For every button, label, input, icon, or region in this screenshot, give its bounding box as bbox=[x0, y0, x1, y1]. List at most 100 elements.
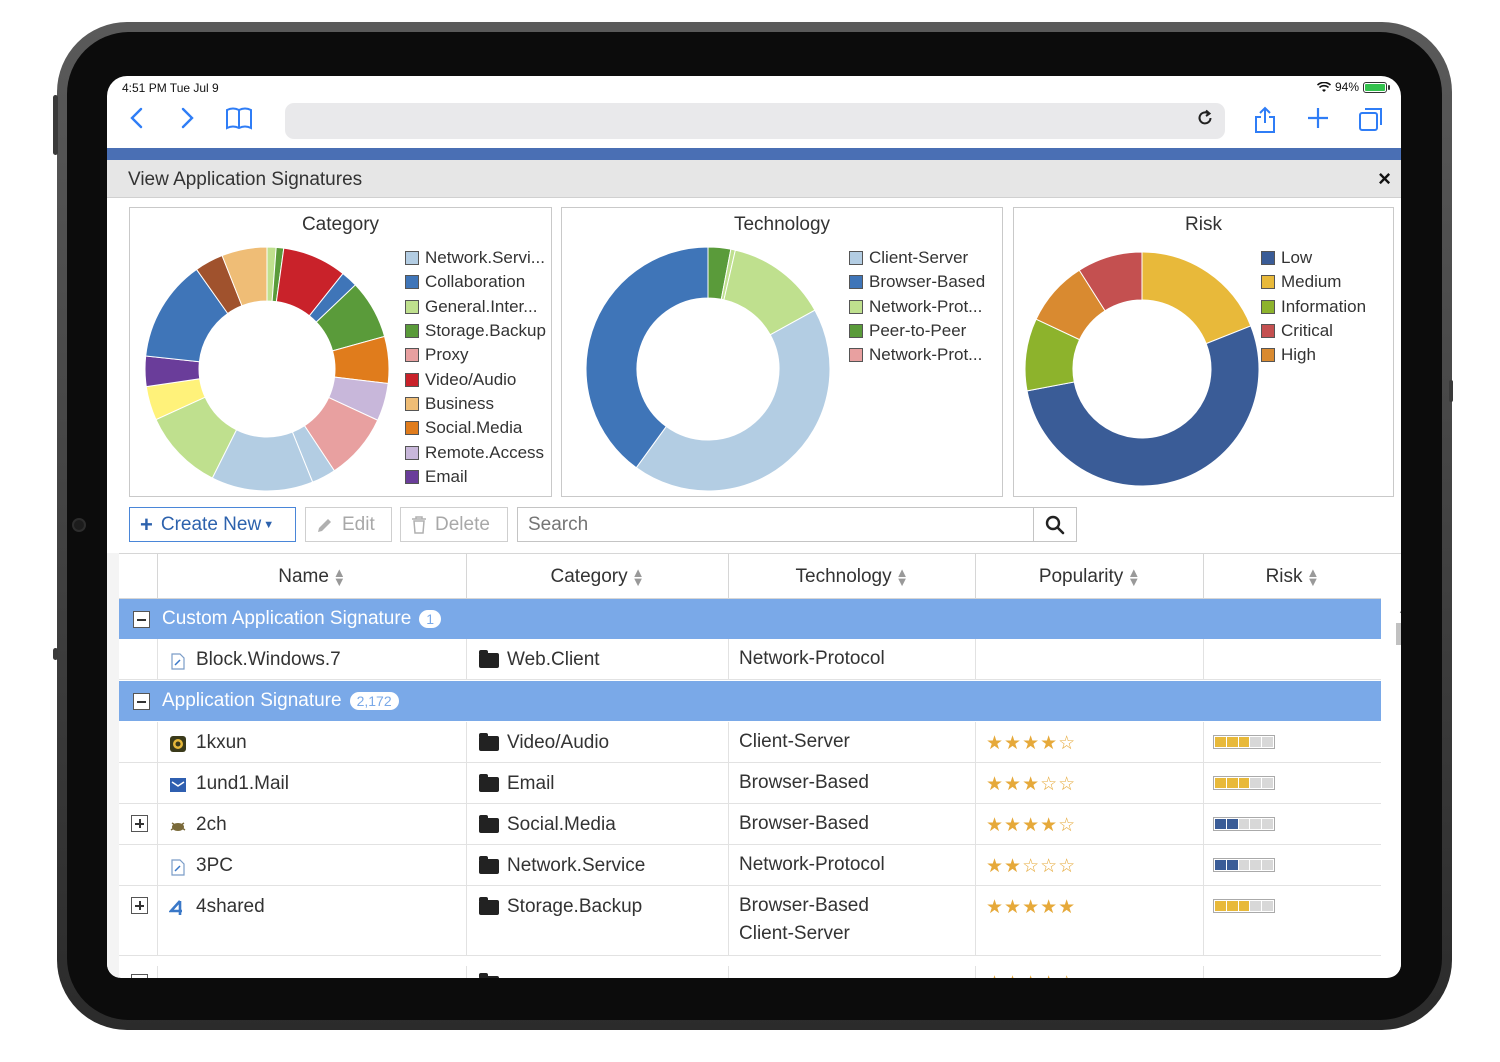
legend-item[interactable]: Low bbox=[1261, 246, 1366, 270]
legend-item[interactable]: Network-Prot... bbox=[849, 343, 985, 367]
donut-slice[interactable] bbox=[635, 309, 831, 492]
expand-icon[interactable] bbox=[131, 815, 148, 832]
status-bar: 4:51 PM Tue Jul 9 94% bbox=[107, 76, 1401, 100]
legend-item[interactable]: Network-Prot... bbox=[849, 295, 985, 319]
pencil-icon bbox=[318, 518, 331, 532]
group-label: Custom Application Signature bbox=[162, 608, 412, 629]
create-new-button[interactable]: + Create New ▼ bbox=[129, 507, 296, 542]
address-bar[interactable] bbox=[285, 103, 1225, 139]
legend-item[interactable]: Peer-to-Peer bbox=[849, 319, 985, 343]
expand-icon[interactable] bbox=[131, 974, 148, 978]
legend-label: General.Inter... bbox=[425, 296, 538, 316]
table-row[interactable]: 1und1.Mail Email Browser-Based ★★★☆☆ bbox=[119, 763, 1381, 804]
folder-icon bbox=[479, 856, 499, 874]
popularity-cell: ★★★★★ bbox=[975, 886, 1203, 955]
legend-item[interactable]: Collaboration bbox=[405, 270, 546, 294]
category-cell: Email bbox=[466, 763, 728, 803]
search-input[interactable] bbox=[518, 508, 1033, 541]
app-name: 1und1.Mail bbox=[196, 773, 289, 794]
name-cell: Block.Windows.7 bbox=[157, 639, 466, 679]
screen: 4:51 PM Tue Jul 9 94% View Application S… bbox=[107, 76, 1401, 978]
table-row[interactable]: 3PC Network.Service Network-Protocol ★★☆… bbox=[119, 845, 1381, 886]
search-box bbox=[517, 507, 1034, 542]
scroll-up-icon[interactable]: ▲ bbox=[1398, 605, 1401, 615]
category-value: Social.Media bbox=[507, 814, 616, 835]
technology-value: Network-Protocol bbox=[739, 854, 885, 875]
legend-item[interactable]: Proxy bbox=[405, 343, 546, 367]
edit-button[interactable]: Edit bbox=[305, 507, 392, 542]
group-row-application[interactable]: Application Signature 2,172 bbox=[119, 681, 1381, 721]
table-header: Name ▲ ▼ Category ▲ ▼ Technology ▲ ▼ Popularit… bbox=[119, 554, 1381, 599]
legend-item[interactable]: Video/Audio bbox=[405, 367, 546, 391]
legend-swatch bbox=[849, 299, 863, 314]
reload-icon[interactable] bbox=[1191, 107, 1219, 135]
document-icon bbox=[168, 651, 188, 671]
group-row-custom[interactable]: Custom Application Signature 1 bbox=[119, 599, 1381, 639]
legend-item[interactable]: Client-Server bbox=[849, 246, 985, 270]
header-risk[interactable]: Risk ▲ ▼ bbox=[1203, 554, 1381, 599]
legend-item[interactable]: General.Inter... bbox=[405, 295, 546, 319]
legend-swatch bbox=[1261, 348, 1275, 363]
forward-icon[interactable] bbox=[171, 106, 203, 138]
risk-chart-title: Risk bbox=[1185, 214, 1222, 235]
collapse-icon[interactable] bbox=[133, 610, 150, 628]
new-tab-icon[interactable] bbox=[1302, 106, 1334, 138]
legend-item[interactable]: Network.Servi... bbox=[405, 246, 546, 270]
expand-icon[interactable] bbox=[131, 897, 148, 914]
popularity-stars: ★★☆☆☆ bbox=[986, 856, 1077, 877]
collapse-icon[interactable] bbox=[133, 692, 150, 710]
legend-item[interactable]: Business bbox=[405, 392, 546, 416]
legend-item[interactable]: High bbox=[1261, 343, 1366, 367]
app-name: 4shared bbox=[196, 896, 265, 917]
legend-item[interactable]: Email bbox=[405, 465, 546, 489]
battery-icon bbox=[1363, 81, 1390, 93]
signatures-table: Name ▲ ▼ Category ▲ ▼ Technology ▲ ▼ Popularit… bbox=[119, 553, 1401, 978]
share-icon[interactable] bbox=[1249, 106, 1281, 138]
status-time: 4:51 PM Tue Jul 9 bbox=[122, 81, 219, 95]
legend-item[interactable]: Social.Media bbox=[405, 416, 546, 440]
header-name[interactable]: Name ▲ ▼ bbox=[157, 554, 466, 599]
donut-slice[interactable] bbox=[1141, 251, 1252, 345]
legend-label: Peer-to-Peer bbox=[869, 321, 967, 341]
delete-button[interactable]: Delete bbox=[400, 507, 508, 542]
legend-item[interactable]: Storage.Backup bbox=[405, 319, 546, 343]
app-name: 1kxun bbox=[196, 732, 247, 753]
search-button[interactable] bbox=[1033, 507, 1077, 542]
technology-chart-title: Technology bbox=[733, 214, 831, 235]
header-risk-label: Risk bbox=[1265, 565, 1303, 587]
table-row[interactable]: 4shared Storage.Backup Browser-Based Clie… bbox=[119, 886, 1381, 956]
category-value: Email bbox=[507, 773, 555, 794]
header-technology[interactable]: Technology ▲ ▼ bbox=[728, 554, 975, 599]
legend-item[interactable]: Browser-Based bbox=[849, 270, 985, 294]
legend-swatch bbox=[405, 469, 419, 484]
table-row[interactable]: 2ch Social.Media Browser-Based ★★★★☆ bbox=[119, 804, 1381, 845]
category-value: Web.Client bbox=[507, 649, 600, 670]
scroll-thumb[interactable] bbox=[1396, 623, 1401, 645]
name-cell: 1und1.Mail bbox=[157, 763, 466, 803]
legend-item[interactable]: Remote.Access bbox=[405, 440, 546, 464]
risk-cell bbox=[1203, 804, 1381, 844]
table-row[interactable]: 1kxun Video/Audio Client-Server ★★★★☆ bbox=[119, 722, 1381, 763]
legend-item[interactable]: Medium bbox=[1261, 270, 1366, 294]
legend-swatch bbox=[1261, 299, 1275, 314]
category-legend: Network.Servi... Collaboration General.Int… bbox=[405, 246, 546, 489]
table-scrollbar[interactable]: ▲ bbox=[1393, 599, 1401, 978]
header-expand-col bbox=[119, 554, 157, 599]
header-popularity[interactable]: Popularity ▲ ▼ bbox=[975, 554, 1203, 599]
group-label: Application Signature bbox=[162, 690, 342, 711]
legend-label: Business bbox=[425, 393, 494, 413]
table-row[interactable]: Block.Windows.7 Web.Client Network-Proto… bbox=[119, 639, 1381, 680]
bookmarks-icon[interactable] bbox=[223, 106, 255, 138]
header-category[interactable]: Category ▲ ▼ bbox=[466, 554, 728, 599]
donut-slice[interactable] bbox=[585, 246, 709, 469]
back-icon[interactable] bbox=[121, 106, 153, 138]
tabs-icon[interactable] bbox=[1355, 106, 1387, 138]
close-button[interactable]: × bbox=[1378, 166, 1391, 192]
name-cell: 4shared bbox=[157, 886, 466, 955]
legend-label: Network-Prot... bbox=[869, 345, 983, 365]
name-cell: 2ch bbox=[157, 804, 466, 844]
trash-icon bbox=[412, 515, 426, 534]
legend-swatch bbox=[849, 324, 863, 339]
legend-item[interactable]: Information bbox=[1261, 295, 1366, 319]
legend-item[interactable]: Critical bbox=[1261, 319, 1366, 343]
